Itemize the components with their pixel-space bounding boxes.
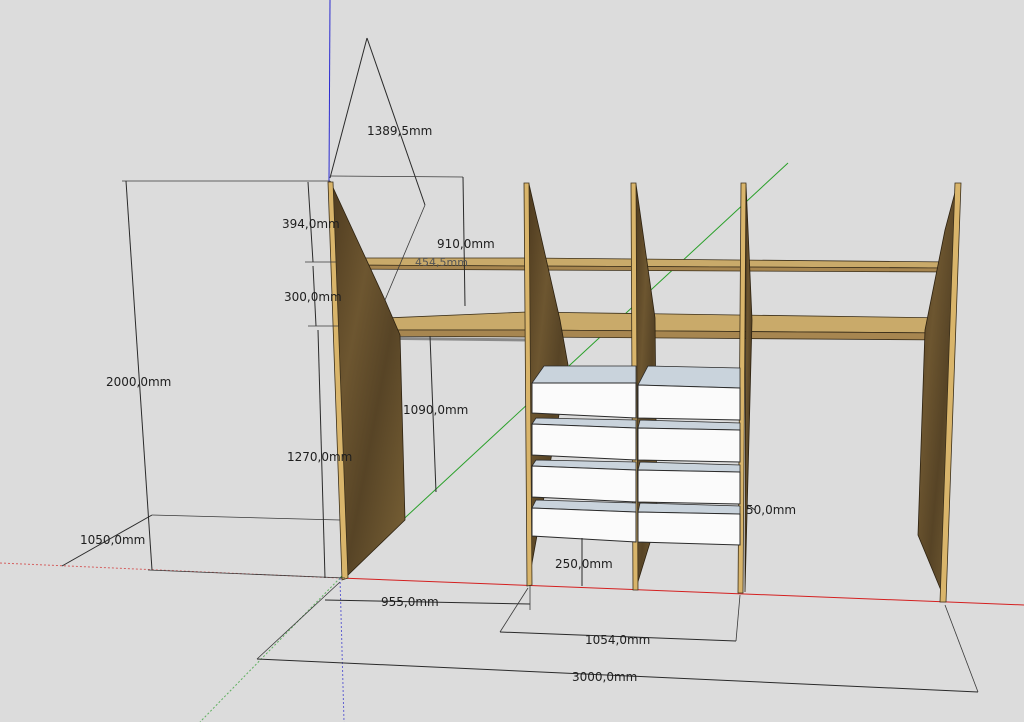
dim-top-width[interactable]: 910,0mm [437,237,495,251]
dim-upper-gap[interactable]: 394,0mm [282,217,340,231]
modeling-viewport[interactable]: 2000,0mm 1050,0mm 394,0mm 300,0mm 1270,0… [0,0,1024,722]
drawer-left-4[interactable] [531,499,637,543]
dim-overlap[interactable]: 454,5mm [415,256,468,269]
dim-lower-height[interactable]: 1270,0mm [287,450,352,464]
blue-axis-dotted [339,577,345,722]
drawers [531,365,741,546]
blue-axis [328,0,331,183]
dim-depth[interactable]: 1050,0mm [80,533,145,547]
drawer-left-2[interactable] [531,417,637,461]
right-panel[interactable] [917,182,962,603]
dimension-lines [61,37,979,693]
drawer-right-3[interactable] [637,461,741,505]
dim-drawer-section[interactable]: 1054,0mm [585,633,650,647]
dim-middle-gap[interactable]: 300,0mm [284,290,342,304]
drawer-right-4[interactable] [637,502,741,546]
dim-total-width[interactable]: 3000,0mm [572,670,637,684]
drawer-right-1[interactable] [637,365,741,421]
dim-slope-length[interactable]: 1389,5mm [367,124,432,138]
dim-total-height[interactable]: 2000,0mm [106,375,171,389]
dim-first-section[interactable]: 955,0mm [381,595,439,609]
green-axis-dotted [199,577,341,722]
dim-rail-height[interactable]: 1090,0mm [403,403,468,417]
drawer-left-1[interactable] [531,365,637,419]
dim-drawer-gap[interactable]: 50,0mm [746,503,796,517]
drawer-left-3[interactable] [531,459,637,503]
dim-drawer-offset[interactable]: 250,0mm [555,557,613,571]
red-axis [339,577,1024,606]
drawer-right-2[interactable] [637,419,741,463]
